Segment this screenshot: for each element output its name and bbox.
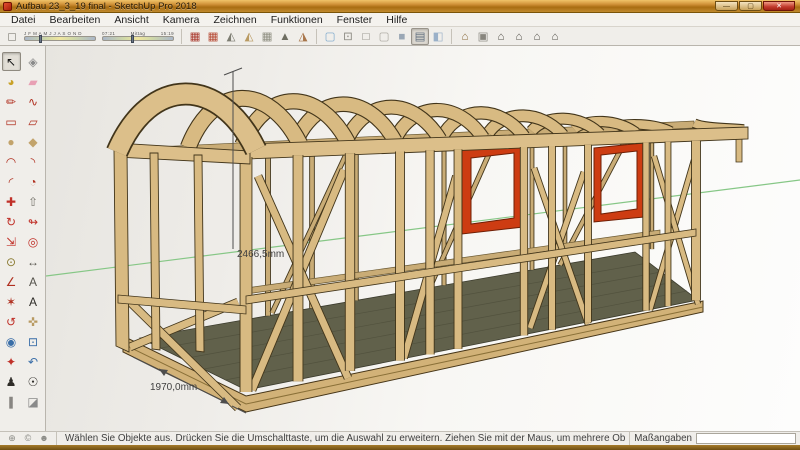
menu-datei[interactable]: Datei (4, 13, 43, 27)
geolocation-icon[interactable]: ⊕ (4, 433, 20, 444)
walk-tool[interactable]: ∥ (2, 392, 21, 411)
menu-fenster[interactable]: Fenster (330, 13, 380, 27)
stamp-icon[interactable]: ◭ (240, 28, 258, 45)
shadow-time-track[interactable] (102, 36, 174, 41)
circle-tool[interactable]: ● (2, 132, 21, 151)
position-camera-tool[interactable]: ♟ (2, 372, 21, 391)
top-view-icon[interactable]: ▣ (474, 28, 492, 45)
close-button[interactable]: ✕ (763, 1, 795, 11)
from-contours-icon[interactable]: ▦ (186, 28, 204, 45)
credits-icon[interactable]: © (20, 433, 36, 444)
wireframe-style-icon[interactable]: □ (357, 28, 375, 45)
measurements-label: Maßangaben (634, 433, 692, 444)
menu-zeichnen[interactable]: Zeichnen (207, 13, 264, 27)
three-point-arc-tool[interactable]: ◜ (2, 172, 21, 191)
zoom-tool[interactable]: ◉ (2, 332, 21, 351)
from-scratch-icon[interactable]: ▦ (204, 28, 222, 45)
tape-measure-tool[interactable]: ⊙ (2, 252, 21, 271)
select-tool[interactable]: ↖ (2, 52, 21, 71)
right-view-icon[interactable]: ⌂ (510, 28, 528, 45)
smoove-icon[interactable]: ◭ (222, 28, 240, 45)
shadow-settings-icon[interactable]: ◻ (3, 28, 21, 45)
menu-kamera[interactable]: Kamera (156, 13, 207, 27)
window-frame-1 (462, 144, 523, 234)
protractor-tool[interactable]: ∠ (2, 272, 21, 291)
window-frame (0, 445, 800, 450)
menu-bearbeiten[interactable]: Bearbeiten (43, 13, 108, 27)
front-view-icon[interactable]: ⌂ (492, 28, 510, 45)
shadow-date-track[interactable] (24, 36, 96, 41)
menu-hilfe[interactable]: Hilfe (379, 13, 414, 27)
offset-tool[interactable]: ◎ (24, 232, 43, 251)
shadow-date-handle[interactable] (39, 35, 42, 43)
title-bar: Aufbau 23_3_19 final - SketchUp Pro 2018… (0, 0, 800, 13)
minimize-button[interactable]: — (715, 1, 738, 11)
toolbar-separator (451, 29, 452, 44)
make-component-tool[interactable]: ◈ (24, 52, 43, 71)
pie-tool[interactable]: ◔ (24, 172, 43, 191)
model-scene[interactable]: 2466,5mm 1970,0mm (46, 46, 800, 431)
menu-ansicht[interactable]: Ansicht (107, 13, 155, 27)
flip-edge-icon[interactable]: ◮ (294, 28, 312, 45)
rectangle-tool[interactable]: ▭ (2, 112, 21, 131)
app-logo-icon (3, 2, 12, 11)
back-view-icon[interactable]: ⌂ (546, 28, 564, 45)
add-detail-icon[interactable]: ▲ (276, 28, 294, 45)
section-plane-tool[interactable]: ◪ (24, 392, 43, 411)
status-bar: ⊕©☻ Wählen Sie Objekte aus. Drücken Sie … (0, 431, 800, 445)
sketchup-window: Aufbau 23_3_19 final - SketchUp Pro 2018… (0, 0, 800, 450)
status-hint: Wählen Sie Objekte aus. Drücken Sie die … (65, 433, 625, 444)
text-tool[interactable]: A (24, 272, 43, 291)
menu-bar: DateiBearbeitenAnsichtKameraZeichnenFunk… (0, 13, 800, 27)
look-around-tool[interactable]: ☉ (24, 372, 43, 391)
main-toolbar: ◻ J F M A M J J A S O N D 07:21 Mittag 1… (0, 27, 800, 46)
zoom-extents-tool[interactable]: ✦ (2, 352, 21, 371)
scale-tool[interactable]: ⇲ (2, 232, 21, 251)
x-ray-style-icon[interactable]: ▢ (321, 28, 339, 45)
monochrome-style-icon[interactable]: ◧ (429, 28, 447, 45)
back-edges-style-icon[interactable]: ⊡ (339, 28, 357, 45)
polygon-tool[interactable]: ◆ (24, 132, 43, 151)
3d-text-tool[interactable]: A (24, 292, 43, 311)
follow-me-tool[interactable]: ↬ (24, 212, 43, 231)
two-point-arc-tool[interactable]: ◝ (24, 152, 43, 171)
axes-tool[interactable]: ✶ (2, 292, 21, 311)
toolbar-separator (181, 29, 182, 44)
dimension-label-height: 2466,5mm (237, 249, 284, 260)
menu-funktionen[interactable]: Funktionen (264, 13, 330, 27)
orbit-tool[interactable]: ↺ (2, 312, 21, 331)
drape-icon[interactable]: ▦ (258, 28, 276, 45)
left-view-icon[interactable]: ⌂ (528, 28, 546, 45)
push-pull-tool[interactable]: ⇧ (24, 192, 43, 211)
tool-palette: ↖◈◕▰✏∿▭▱●◆◠◝◜◔✚⇧↻↬⇲◎⊙↔∠A✶A↺✜◉⊡✦↶♟☉∥◪ (0, 46, 46, 431)
move-tool[interactable]: ✚ (2, 192, 21, 211)
shadow-time-slider[interactable]: 07:21 Mittag 15:19 (102, 31, 174, 41)
status-separator (629, 431, 630, 446)
textured-style-icon[interactable]: ▤ (411, 28, 429, 45)
dimension-label-width: 1970,0mm (150, 382, 197, 393)
rotate-tool[interactable]: ↻ (2, 212, 21, 231)
model-viewport[interactable]: 2466,5mm 1970,0mm (46, 46, 800, 431)
toolbar-separator (316, 29, 317, 44)
freehand-tool[interactable]: ∿ (24, 92, 43, 111)
shaded-style-icon[interactable]: ■ (393, 28, 411, 45)
line-tool[interactable]: ✏ (2, 92, 21, 111)
measurements-input[interactable] (696, 433, 796, 444)
zoom-window-tool[interactable]: ⊡ (24, 332, 43, 351)
paint-bucket-tool[interactable]: ◕ (2, 72, 21, 91)
status-separator (56, 431, 57, 446)
restore-button[interactable]: ▢ (739, 1, 762, 11)
window-title: Aufbau 23_3_19 final - SketchUp Pro 2018 (16, 1, 715, 12)
shadow-time-handle[interactable] (131, 35, 134, 43)
pan-tool[interactable]: ✜ (24, 312, 43, 331)
eraser-tool[interactable]: ▰ (24, 72, 43, 91)
iso-view-icon[interactable]: ⌂ (456, 28, 474, 45)
dimension-tool[interactable]: ↔ (24, 252, 43, 271)
hidden-line-style-icon[interactable]: ▢ (375, 28, 393, 45)
previous-view-tool[interactable]: ↶ (24, 352, 43, 371)
rotated-rectangle-tool[interactable]: ▱ (24, 112, 43, 131)
shadow-date-slider[interactable]: J F M A M J J A S O N D (24, 31, 96, 41)
arc-tool[interactable]: ◠ (2, 152, 21, 171)
sign-in-icon[interactable]: ☻ (36, 433, 52, 444)
